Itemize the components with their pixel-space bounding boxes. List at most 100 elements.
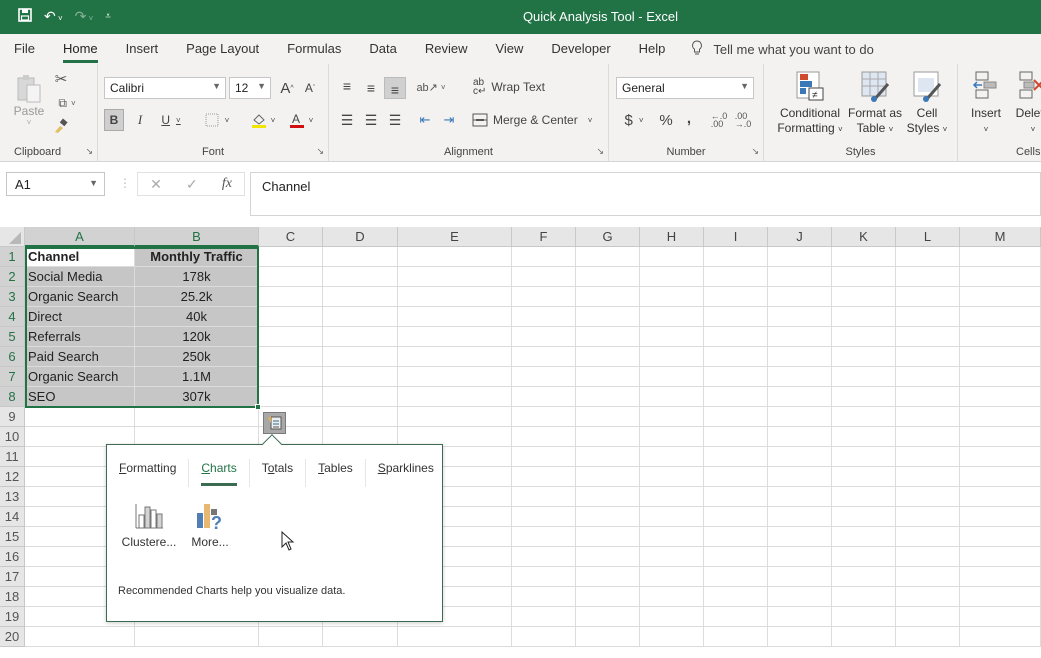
cell-g6[interactable] [576, 347, 640, 367]
cell-f12[interactable] [512, 467, 576, 487]
cell-d2[interactable] [323, 267, 398, 287]
cell-h17[interactable] [640, 567, 704, 587]
cell-g10[interactable] [576, 427, 640, 447]
cell-i16[interactable] [704, 547, 768, 567]
cell-i20[interactable] [704, 627, 768, 647]
cell-l4[interactable] [896, 307, 960, 327]
decrease-decimal-icon[interactable]: .00 →.0 [733, 109, 753, 131]
font-size-dropdown[interactable]: 12 ▼ [229, 77, 271, 99]
cell-h14[interactable] [640, 507, 704, 527]
wrap-text-button[interactable]: ab c↵ Wrap Text [473, 77, 553, 97]
cell-c2[interactable] [259, 267, 323, 287]
more-charts-option[interactable]: ? More... [175, 501, 245, 549]
cell-e4[interactable] [398, 307, 512, 327]
cell-f13[interactable] [512, 487, 576, 507]
decrease-font-size-icon[interactable]: Aˇ [301, 79, 319, 97]
cell-k13[interactable] [832, 487, 896, 507]
cell-l12[interactable] [896, 467, 960, 487]
row-header-20[interactable]: 20 [0, 627, 25, 647]
cell-k2[interactable] [832, 267, 896, 287]
cell-f17[interactable] [512, 567, 576, 587]
cell-m12[interactable] [960, 467, 1041, 487]
cell-b2[interactable]: 178k [135, 267, 259, 287]
bottom-align-icon[interactable]: ≡ [384, 77, 406, 99]
cell-styles-button[interactable]: Cell Styles ˅ [904, 70, 950, 140]
cell-g13[interactable] [576, 487, 640, 507]
cell-f8[interactable] [512, 387, 576, 407]
cell-f16[interactable] [512, 547, 576, 567]
cell-j20[interactable] [768, 627, 832, 647]
cell-m18[interactable] [960, 587, 1041, 607]
insert-function-icon[interactable]: fx [222, 176, 232, 192]
cell-g14[interactable] [576, 507, 640, 527]
cell-h18[interactable] [640, 587, 704, 607]
cell-i11[interactable] [704, 447, 768, 467]
cell-k8[interactable] [832, 387, 896, 407]
cell-m15[interactable] [960, 527, 1041, 547]
row-header-10[interactable]: 10 [0, 427, 25, 447]
row-header-7[interactable]: 7 [0, 367, 25, 387]
cell-j17[interactable] [768, 567, 832, 587]
select-all-button[interactable] [0, 227, 25, 247]
underline-button[interactable]: U ˅ [154, 109, 188, 131]
cell-i1[interactable] [704, 247, 768, 267]
cell-m20[interactable] [960, 627, 1041, 647]
cell-a5[interactable]: Referrals [25, 327, 135, 347]
cell-l1[interactable] [896, 247, 960, 267]
cell-k11[interactable] [832, 447, 896, 467]
decrease-indent-icon[interactable]: ⇤ [415, 110, 435, 130]
cell-h2[interactable] [640, 267, 704, 287]
cell-j14[interactable] [768, 507, 832, 527]
fill-color-button[interactable]: ˅ [246, 109, 280, 131]
cell-m13[interactable] [960, 487, 1041, 507]
cell-f1[interactable] [512, 247, 576, 267]
cell-f6[interactable] [512, 347, 576, 367]
cell-j16[interactable] [768, 547, 832, 567]
tell-me-search[interactable]: Tell me what you want to do [691, 39, 874, 59]
cell-f3[interactable] [512, 287, 576, 307]
cell-d6[interactable] [323, 347, 398, 367]
cell-d3[interactable] [323, 287, 398, 307]
cell-k1[interactable] [832, 247, 896, 267]
cell-a8[interactable]: SEO [25, 387, 135, 407]
conditional-formatting-button[interactable]: ≠ Conditional Formatting ˅ [772, 70, 848, 140]
cell-i18[interactable] [704, 587, 768, 607]
tab-developer[interactable]: Developer [537, 34, 624, 64]
qa-tab-charts[interactable]: Charts [189, 459, 250, 487]
cell-b7[interactable]: 1.1M [135, 367, 259, 387]
cell-b4[interactable]: 40k [135, 307, 259, 327]
cell-d5[interactable] [323, 327, 398, 347]
cell-e8[interactable] [398, 387, 512, 407]
cell-m5[interactable] [960, 327, 1041, 347]
merge-center-button[interactable]: Merge & Center ˅ [472, 110, 597, 130]
cell-i19[interactable] [704, 607, 768, 627]
cell-g3[interactable] [576, 287, 640, 307]
cell-m16[interactable] [960, 547, 1041, 567]
cell-k16[interactable] [832, 547, 896, 567]
align-left-icon[interactable]: ☰ [337, 110, 357, 130]
cell-h15[interactable] [640, 527, 704, 547]
cell-l15[interactable] [896, 527, 960, 547]
column-header-d[interactable]: D [323, 227, 398, 247]
cell-i8[interactable] [704, 387, 768, 407]
cell-l5[interactable] [896, 327, 960, 347]
cell-g9[interactable] [576, 407, 640, 427]
tab-home[interactable]: Home [49, 34, 112, 64]
column-header-b[interactable]: B [135, 227, 259, 247]
cell-m1[interactable] [960, 247, 1041, 267]
cell-m17[interactable] [960, 567, 1041, 587]
cell-f9[interactable] [512, 407, 576, 427]
currency-button[interactable]: $ ˅ [619, 109, 649, 131]
cell-h1[interactable] [640, 247, 704, 267]
cell-i15[interactable] [704, 527, 768, 547]
tab-formulas[interactable]: Formulas [273, 34, 355, 64]
column-header-h[interactable]: H [640, 227, 704, 247]
cell-c7[interactable] [259, 367, 323, 387]
cell-m6[interactable] [960, 347, 1041, 367]
cell-g20[interactable] [576, 627, 640, 647]
format-painter-icon[interactable] [52, 117, 70, 135]
cell-b5[interactable]: 120k [135, 327, 259, 347]
cell-h4[interactable] [640, 307, 704, 327]
format-as-table-button[interactable]: Format as Table ˅ [846, 70, 904, 140]
cell-g12[interactable] [576, 467, 640, 487]
